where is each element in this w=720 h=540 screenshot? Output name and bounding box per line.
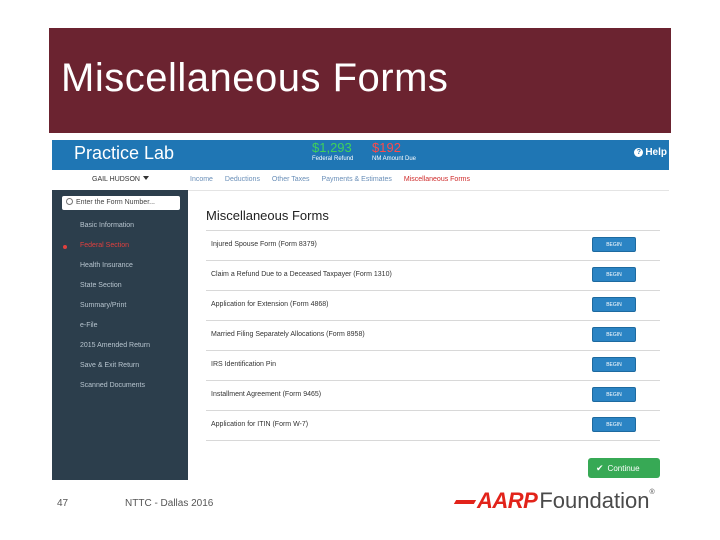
- app-brand[interactable]: Practice Lab: [74, 143, 174, 164]
- form-name: Application for Extension (Form 4868): [211, 301, 329, 308]
- sidebar-item-state-section[interactable]: State Section: [52, 280, 188, 300]
- sidebar-item-summary-print[interactable]: Summary/Print: [52, 300, 188, 320]
- user-name: GAIL HUDSON: [92, 176, 140, 183]
- aarp-foundation-logo: AARPFoundation®: [453, 488, 655, 518]
- list-item: Installment Agreement (Form 9465) BEGIN: [206, 381, 660, 411]
- state-amount-label: NM Amount Due: [372, 156, 417, 162]
- begin-button[interactable]: BEGIN: [592, 237, 636, 252]
- begin-button[interactable]: BEGIN: [592, 417, 636, 432]
- sidebar-item-label: 2015 Amended Return: [80, 342, 151, 349]
- tab-income[interactable]: Income: [190, 176, 213, 183]
- sidebar-item-health-insurance[interactable]: Health Insurance: [52, 260, 188, 280]
- help-link[interactable]: ? Help: [634, 147, 667, 158]
- search-icon: [66, 198, 73, 205]
- sidebar-item-e-file[interactable]: e-File: [52, 320, 188, 340]
- sidebar-item-label: Federal Section: [80, 242, 130, 249]
- logo-arrow-icon: [453, 500, 477, 504]
- main-panel: Miscellaneous Forms Injured Spouse Form …: [198, 190, 663, 480]
- form-name: Married Filing Separately Allocations (F…: [211, 331, 365, 338]
- sub-navigation: GAIL HUDSON Income Deductions Other Taxe…: [52, 170, 669, 191]
- search-placeholder: Enter the Form Number...: [76, 199, 155, 206]
- form-name: Claim a Refund Due to a Deceased Taxpaye…: [211, 271, 392, 278]
- sidebar-item-label: Save & Exit Return: [80, 362, 140, 369]
- app-header: Practice Lab $1,293 Federal Refund $192 …: [52, 140, 669, 170]
- federal-refund: $1,293 Federal Refund: [312, 140, 353, 163]
- slide-title: Miscellaneous Forms: [61, 56, 449, 100]
- list-item: Claim a Refund Due to a Deceased Taxpaye…: [206, 261, 660, 291]
- sidebar-item-label: State Section: [80, 282, 122, 289]
- sidebar-item-label: Scanned Documents: [80, 382, 145, 389]
- continue-label: Continue: [607, 464, 640, 473]
- sidebar-item-amended-return[interactable]: 2015 Amended Return: [52, 340, 188, 360]
- practice-lab-app: Practice Lab $1,293 Federal Refund $192 …: [52, 140, 669, 480]
- form-name: Injured Spouse Form (Form 8379): [211, 241, 317, 248]
- sidebar-item-save-exit[interactable]: Save & Exit Return: [52, 360, 188, 380]
- begin-button[interactable]: BEGIN: [592, 327, 636, 342]
- sidebar-item-label: e-File: [80, 322, 98, 329]
- chevron-down-icon: [142, 176, 149, 180]
- begin-button[interactable]: BEGIN: [592, 357, 636, 372]
- state-amount-value: $192: [372, 140, 401, 155]
- tab-payments-estimates[interactable]: Payments & Estimates: [321, 176, 391, 183]
- sidebar-item-scanned-documents[interactable]: Scanned Documents: [52, 380, 188, 400]
- sidebar-item-federal-section[interactable]: Federal Section: [52, 240, 188, 260]
- state-amount: $192 NM Amount Due: [372, 140, 416, 163]
- begin-button[interactable]: BEGIN: [592, 297, 636, 312]
- sidebar-list: Basic Information Federal Section Health…: [52, 220, 188, 400]
- list-item: IRS Identification Pin BEGIN: [206, 351, 660, 381]
- slide-title-bar: Miscellaneous Forms: [49, 28, 671, 133]
- footer-text: NTTC - Dallas 2016: [125, 498, 214, 509]
- sidebar: Enter the Form Number... Basic Informati…: [52, 190, 188, 480]
- tab-other-taxes[interactable]: Other Taxes: [272, 176, 310, 183]
- sidebar-item-label: Health Insurance: [80, 262, 133, 269]
- check-icon: ✔: [596, 463, 604, 473]
- sidebar-item-label: Summary/Print: [80, 302, 127, 309]
- logo-word: Foundation: [539, 488, 650, 513]
- federal-refund-amount: $1,293: [312, 140, 352, 155]
- tab-deductions[interactable]: Deductions: [225, 176, 260, 183]
- list-item: Married Filing Separately Allocations (F…: [206, 321, 660, 351]
- form-name: Installment Agreement (Form 9465): [211, 391, 322, 398]
- slide-number: 47: [57, 498, 69, 509]
- logo-brand: AARP: [477, 488, 538, 513]
- help-label: Help: [645, 147, 667, 158]
- list-item: Injured Spouse Form (Form 8379) BEGIN: [206, 231, 660, 261]
- federal-refund-label: Federal Refund: [312, 156, 354, 162]
- form-name: Application for ITIN (Form W-7): [211, 421, 309, 428]
- list-item: Application for Extension (Form 4868) BEG…: [206, 291, 660, 321]
- section-title: Miscellaneous Forms: [206, 208, 329, 223]
- forms-list: Injured Spouse Form (Form 8379) BEGIN Cla…: [206, 230, 660, 441]
- form-name: IRS Identification Pin: [211, 361, 276, 368]
- sidebar-item-label: Basic Information: [80, 222, 135, 229]
- active-dot-icon: [63, 245, 67, 249]
- user-menu[interactable]: GAIL HUDSON: [92, 176, 149, 183]
- help-icon: ?: [634, 148, 644, 157]
- sidebar-item-basic-information[interactable]: Basic Information: [52, 220, 188, 240]
- continue-button[interactable]: ✔ Continue: [588, 458, 660, 478]
- logo-registered-mark: ®: [649, 489, 655, 496]
- begin-button[interactable]: BEGIN: [592, 267, 636, 282]
- form-search-input[interactable]: Enter the Form Number...: [62, 196, 180, 210]
- begin-button[interactable]: BEGIN: [592, 387, 636, 402]
- section-tabs: Income Deductions Other Taxes Payments &…: [190, 176, 480, 183]
- list-item: Application for ITIN (Form W-7) BEGIN: [206, 411, 660, 441]
- tab-miscellaneous-forms[interactable]: Miscellaneous Forms: [404, 176, 470, 183]
